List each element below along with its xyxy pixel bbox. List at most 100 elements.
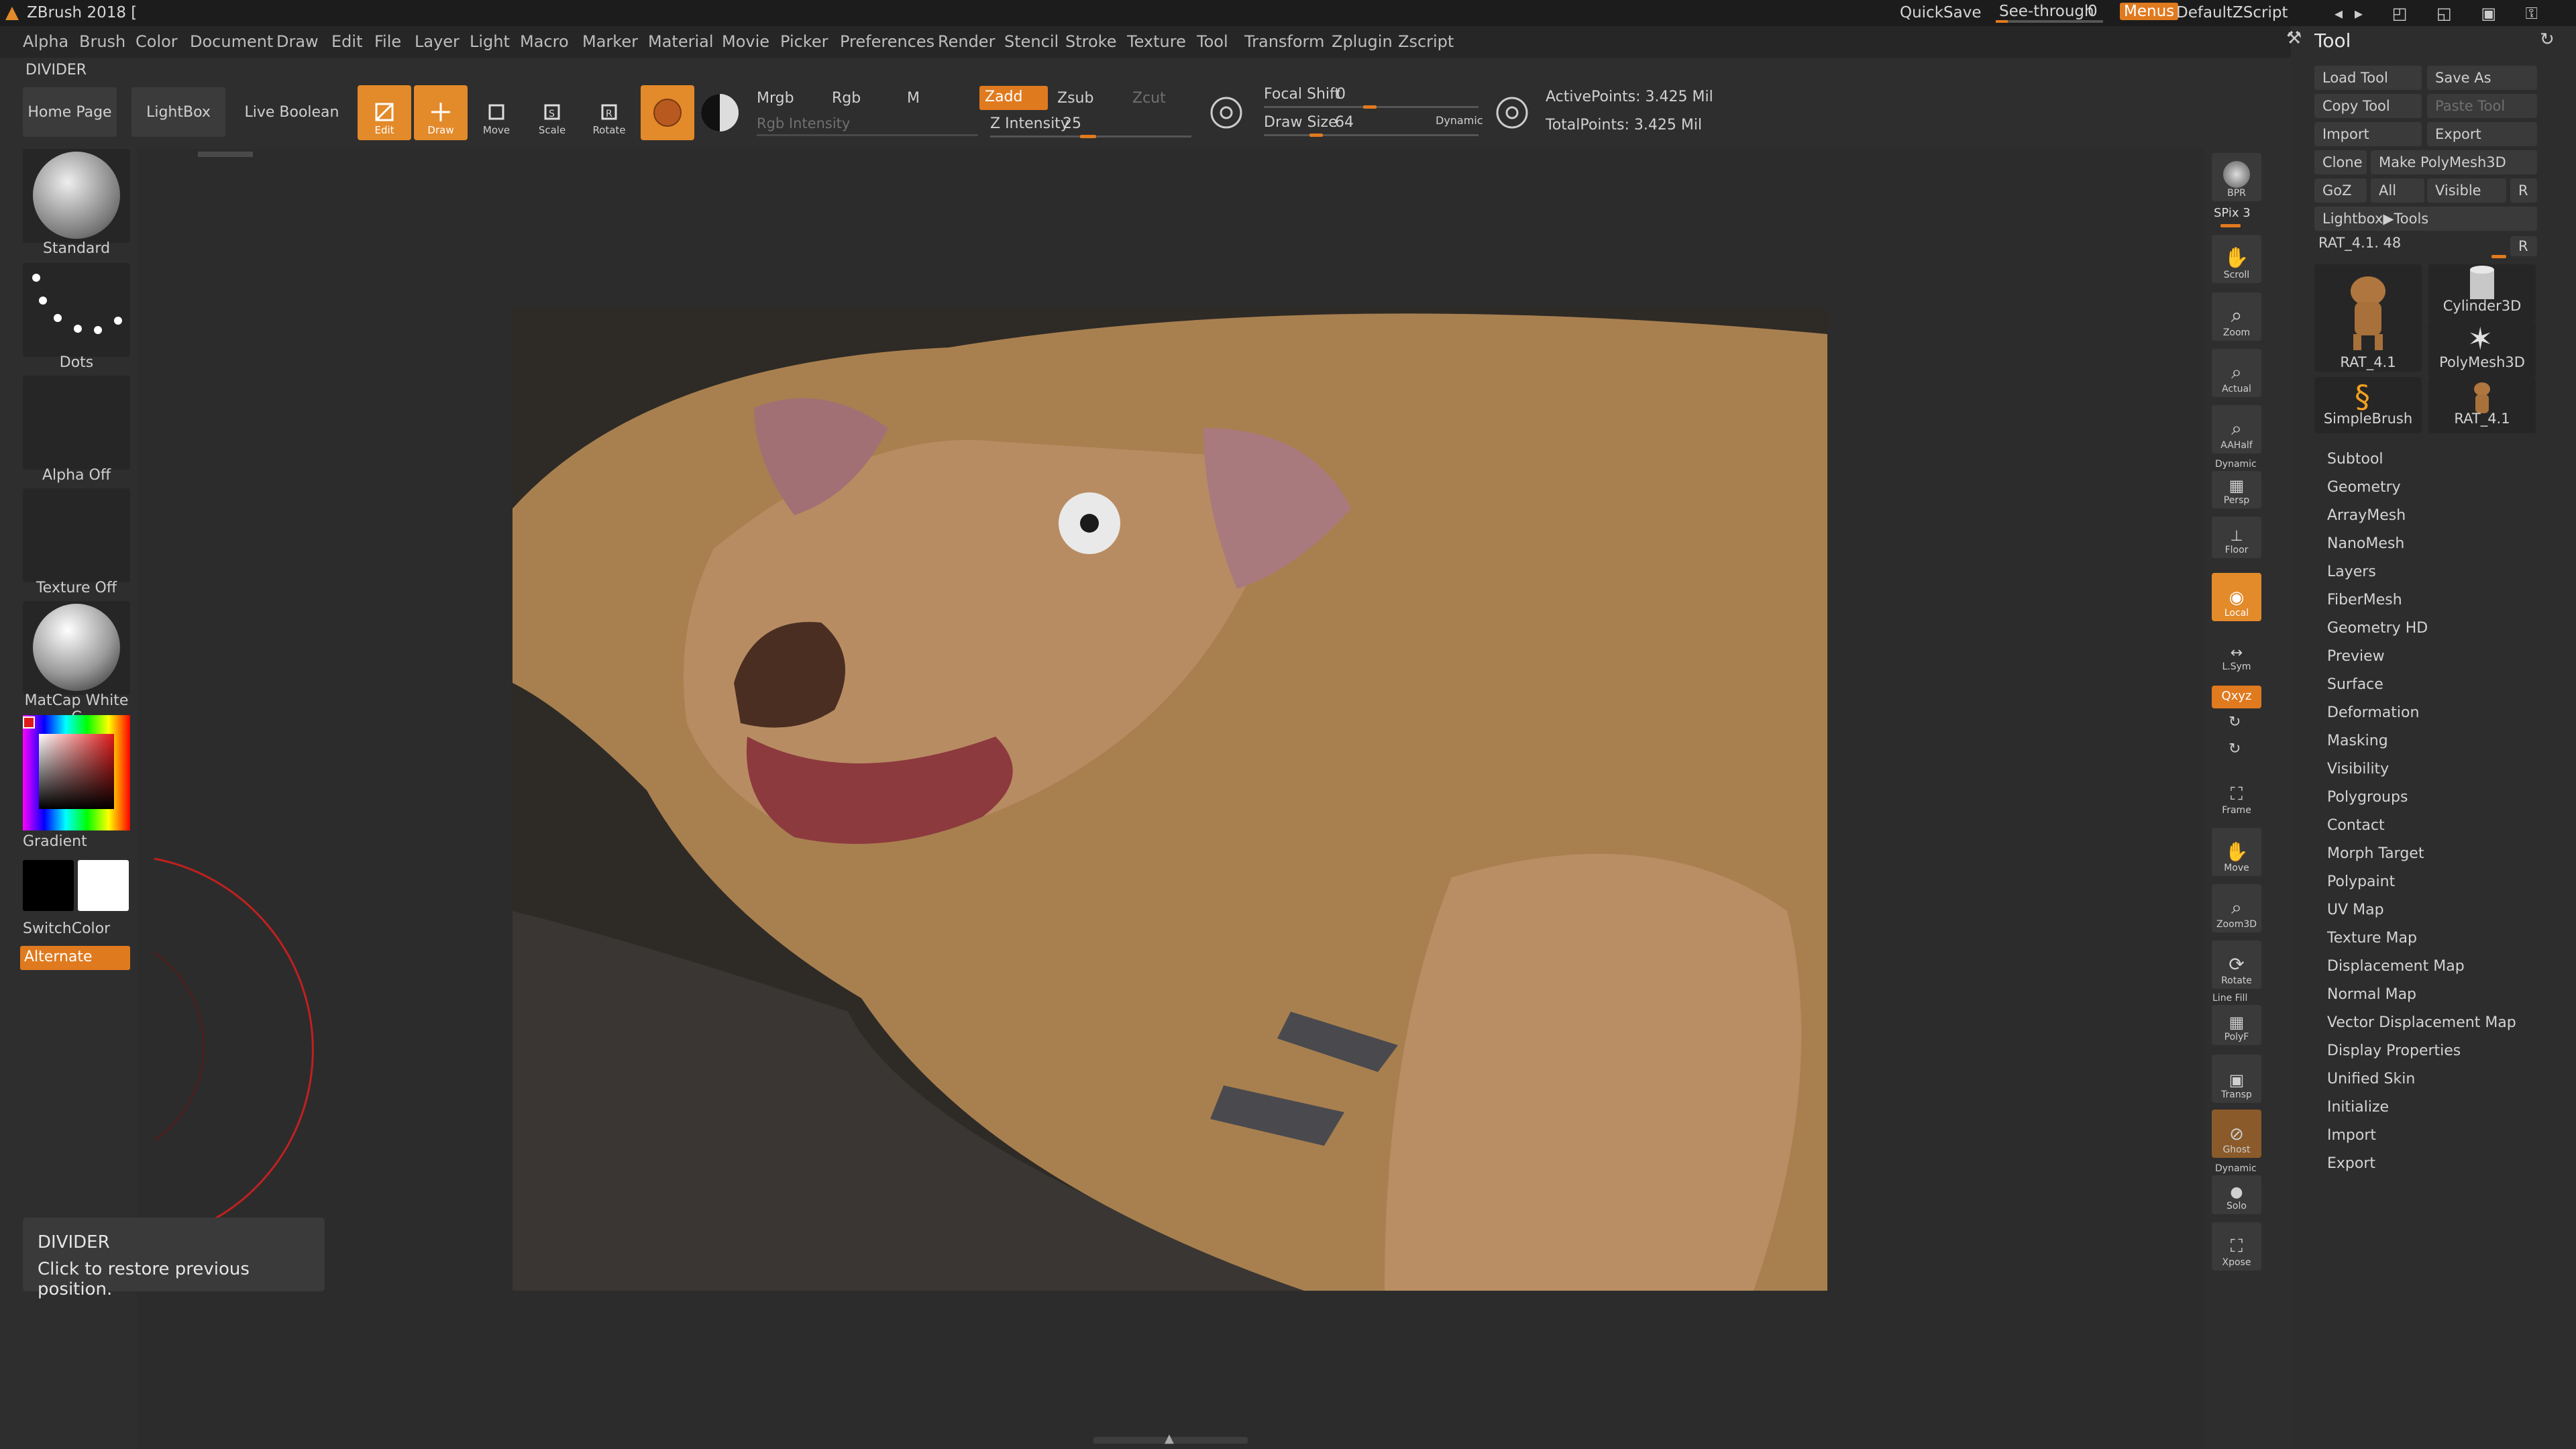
alpha-slot[interactable] xyxy=(23,376,130,470)
menu-render[interactable]: Render xyxy=(938,32,995,51)
section-export[interactable]: Export xyxy=(2327,1155,2375,1172)
lazy-mouse-button[interactable] xyxy=(1208,94,1245,131)
draw-button[interactable]: Draw xyxy=(414,85,468,140)
canvas-scroll-indicator[interactable] xyxy=(198,152,253,157)
solo-button[interactable]: ● Solo xyxy=(2212,1175,2261,1214)
section-polypaint[interactable]: Polypaint xyxy=(2327,873,2395,890)
move3d-button[interactable]: ✋ Move xyxy=(2212,828,2261,876)
rotate-y-icon[interactable]: ↻ xyxy=(2229,714,2241,731)
zsub-button[interactable]: Zsub xyxy=(1057,90,1093,107)
draw-size-track[interactable] xyxy=(1264,134,1479,136)
save-as-button[interactable]: Save As xyxy=(2427,66,2537,90)
menu-movie[interactable]: Movie xyxy=(722,32,769,51)
lightbox-tools-button[interactable]: Lightbox▶Tools xyxy=(2314,207,2537,231)
zcut-button[interactable]: Zcut xyxy=(1132,90,1166,107)
ghost-button[interactable]: ⊘ Ghost xyxy=(2212,1110,2261,1158)
menu-marker[interactable]: Marker xyxy=(582,32,638,51)
menu-material[interactable]: Material xyxy=(648,32,714,51)
section-arraymesh[interactable]: ArrayMesh xyxy=(2327,507,2406,524)
make-polymesh-button[interactable]: Make PolyMesh3D xyxy=(2371,150,2537,174)
current-tool-slider-label[interactable]: RAT_4.1. 48 xyxy=(2318,235,2401,251)
section-masking[interactable]: Masking xyxy=(2327,733,2388,749)
rotate3d-button[interactable]: ⟳ Rotate xyxy=(2212,941,2261,989)
move-button[interactable]: Move xyxy=(470,85,523,140)
section-polygroups[interactable]: Polygroups xyxy=(2327,789,2408,806)
draw-size-label[interactable]: Draw Size xyxy=(1264,114,1338,131)
gradient-label[interactable]: Gradient xyxy=(23,833,130,850)
section-preview[interactable]: Preview xyxy=(2327,648,2385,665)
section-morph-target[interactable]: Morph Target xyxy=(2327,845,2424,862)
texture-slot[interactable] xyxy=(23,488,130,582)
dynamic-toggle[interactable]: Dynamic xyxy=(1436,114,1483,127)
menus-button[interactable]: Menus xyxy=(2120,3,2179,20)
menu-color[interactable]: Color xyxy=(136,32,178,51)
menu-stencil[interactable]: Stencil xyxy=(1004,32,1059,51)
menu-tool[interactable]: Tool xyxy=(1197,32,1228,51)
focal-shift-label[interactable]: Focal Shift xyxy=(1264,86,1340,103)
mrgb-button[interactable]: Mrgb xyxy=(757,90,794,107)
section-geometry-hd[interactable]: Geometry HD xyxy=(2327,620,2428,637)
menu-stroke[interactable]: Stroke xyxy=(1065,32,1116,51)
menu-texture[interactable]: Texture xyxy=(1127,32,1186,51)
scroll-button[interactable]: ✋ Scroll xyxy=(2212,235,2261,283)
menu-transform[interactable]: Transform xyxy=(1244,32,1324,51)
menu-file[interactable]: File xyxy=(374,32,401,51)
bpr-button[interactable]: BPR xyxy=(2212,153,2261,201)
goz-all-button[interactable]: All xyxy=(2371,178,2424,203)
divider-label[interactable]: DIVIDER xyxy=(25,62,87,78)
export-button[interactable]: Export xyxy=(2427,122,2537,146)
scale-button[interactable]: S Scale xyxy=(525,85,579,140)
menu-brush[interactable]: Brush xyxy=(79,32,125,51)
clone-button[interactable]: Clone xyxy=(2314,150,2367,174)
main-color-swatch[interactable] xyxy=(23,860,74,911)
m-button[interactable]: M xyxy=(907,90,920,107)
seethrough-label[interactable]: See-through xyxy=(1999,3,2094,20)
current-tool-r-button[interactable]: R xyxy=(2510,236,2537,256)
home-page-button[interactable]: Home Page xyxy=(23,87,117,137)
zadd-button[interactable]: Zadd xyxy=(979,86,1048,110)
goz-r-button[interactable]: R xyxy=(2510,178,2537,203)
menu-layer[interactable]: Layer xyxy=(415,32,460,51)
polyf-button[interactable]: ▦ PolyF xyxy=(2212,1005,2261,1045)
spix-label[interactable]: SPix 3 xyxy=(2214,206,2251,220)
floor-button[interactable]: ⊥ Floor xyxy=(2212,517,2261,558)
local-button[interactable]: ◉ Local xyxy=(2212,573,2261,621)
section-surface[interactable]: Surface xyxy=(2327,676,2383,693)
load-tool-button[interactable]: Load Tool xyxy=(2314,66,2422,90)
color-picker-square[interactable] xyxy=(39,734,114,809)
menu-draw[interactable]: Draw xyxy=(276,32,319,51)
palette-dock-icon[interactable]: ↻ xyxy=(2540,30,2555,50)
color-picker[interactable] xyxy=(23,715,130,830)
menu-zplugin[interactable]: Zplugin xyxy=(1332,32,1393,51)
menu-light[interactable]: Light xyxy=(470,32,510,51)
section-layers[interactable]: Layers xyxy=(2327,564,2376,580)
copy-tool-button[interactable]: Copy Tool xyxy=(2314,94,2422,118)
seethrough-slider[interactable] xyxy=(1996,20,2103,23)
section-import[interactable]: Import xyxy=(2327,1127,2376,1144)
xpose-button[interactable]: ⛶ Xpose xyxy=(2212,1222,2261,1271)
menu-edit[interactable]: Edit xyxy=(331,32,362,51)
rotate-z-icon[interactable]: ↻ xyxy=(2229,741,2241,757)
section-display-properties[interactable]: Display Properties xyxy=(2327,1042,2461,1059)
zoom3d-button[interactable]: ⌕ Zoom3D xyxy=(2212,884,2261,932)
section-deformation[interactable]: Deformation xyxy=(2327,704,2419,721)
section-initialize[interactable]: Initialize xyxy=(2327,1099,2389,1116)
material-slot[interactable] xyxy=(23,601,130,695)
menu-preferences[interactable]: Preferences xyxy=(840,32,934,51)
xyz-button[interactable]: Qxyz xyxy=(2212,686,2261,708)
rgb-intensity-slider[interactable]: Rgb Intensity xyxy=(757,115,850,131)
color-swatch-button[interactable] xyxy=(641,85,694,140)
section-displacement-map[interactable]: Displacement Map xyxy=(2327,958,2465,975)
section-nanomesh[interactable]: NanoMesh xyxy=(2327,535,2404,552)
section-fibermesh[interactable]: FiberMesh xyxy=(2327,592,2402,608)
default-zscript-button[interactable]: DefaultZScript xyxy=(2176,4,2288,21)
section-contact[interactable]: Contact xyxy=(2327,817,2385,834)
import-button[interactable]: Import xyxy=(2314,122,2422,146)
aahalf-button[interactable]: ⌕ AAHalf xyxy=(2212,405,2261,453)
current-tool-slider-knob[interactable] xyxy=(2491,255,2506,258)
brush-slot[interactable] xyxy=(23,149,130,243)
goz-button[interactable]: GoZ xyxy=(2314,178,2367,203)
stroke-slot[interactable] xyxy=(23,263,130,357)
frame-button[interactable]: ⛶ Frame xyxy=(2212,770,2261,818)
menu-zscript[interactable]: Zscript xyxy=(1398,32,1454,51)
